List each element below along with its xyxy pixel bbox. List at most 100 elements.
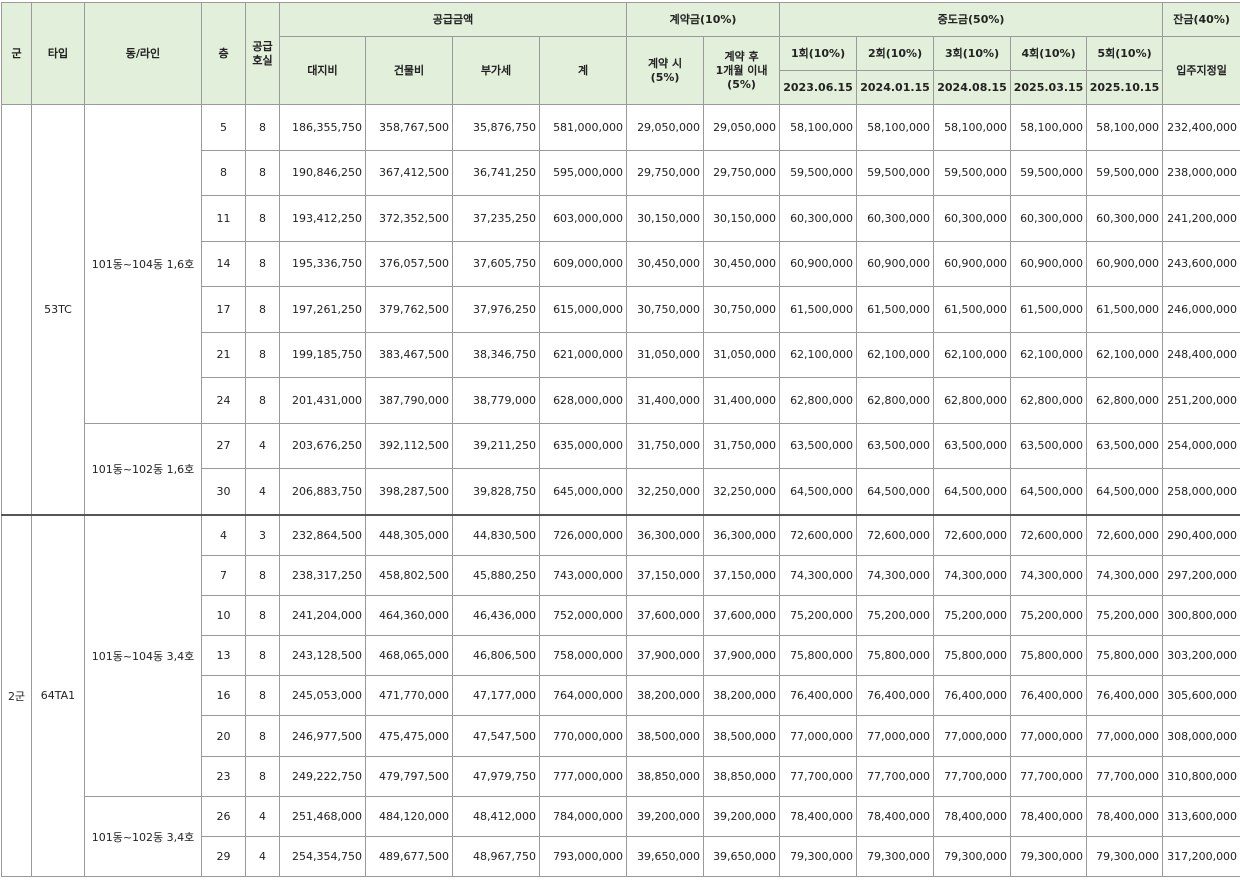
cell-interim-5: 58,100,000 [1086, 104, 1164, 151]
cell-vat: 39,828,750 [452, 468, 540, 515]
cell-contract-at: 38,200,000 [626, 675, 705, 717]
header-interim-date-5: 2025.10.15 [1086, 70, 1164, 105]
cell-building: 464,360,000 [365, 594, 453, 637]
cell-balance: 308,000,000 [1162, 715, 1240, 757]
cell-units: 3 [245, 513, 280, 556]
cell-interim-1: 72,600,000 [779, 513, 858, 556]
cell-total: 770,000,000 [538, 715, 628, 757]
cell-contract-at: 38,850,000 [626, 755, 705, 797]
cell-units: 8 [245, 715, 280, 757]
cell-units: 8 [245, 554, 280, 596]
cell-interim-3: 62,800,000 [933, 377, 1012, 424]
cell-interim-5: 77,000,000 [1086, 715, 1164, 757]
cell-contract-after: 37,150,000 [703, 554, 781, 596]
cell-units: 8 [245, 594, 280, 637]
cell-gun: 2군 [1, 513, 32, 878]
cell-total: 784,000,000 [538, 795, 628, 838]
cell-interim-5: 75,800,000 [1086, 635, 1164, 677]
cell-balance: 258,000,000 [1162, 468, 1240, 515]
cell-interim-5: 76,400,000 [1086, 675, 1164, 717]
header-contract-after: 계약 후 1개월 이내 (5%) [703, 36, 781, 105]
cell-vat: 46,436,000 [452, 594, 540, 637]
cell-interim-4: 76,400,000 [1010, 675, 1088, 717]
header-balance: 잔금(40%) [1162, 2, 1240, 37]
cell-balance: 290,400,000 [1162, 513, 1240, 556]
cell-vat: 37,605,750 [452, 240, 540, 287]
cell-interim-2: 77,000,000 [856, 715, 935, 757]
cell-total: 758,000,000 [538, 635, 628, 677]
cell-interim-2: 76,400,000 [856, 675, 935, 717]
cell-units: 8 [245, 149, 280, 196]
cell-balance: 241,200,000 [1162, 195, 1240, 242]
cell-units: 8 [245, 331, 280, 378]
cell-interim-1: 63,500,000 [779, 422, 858, 469]
cell-interim-1: 59,500,000 [779, 149, 858, 196]
cell-building: 468,065,000 [365, 635, 453, 677]
cell-interim-4: 60,300,000 [1010, 195, 1088, 242]
cell-interim-2: 74,300,000 [856, 554, 935, 596]
cell-contract-after: 38,500,000 [703, 715, 781, 757]
cell-land: 197,261,250 [279, 286, 366, 333]
cell-interim-2: 78,400,000 [856, 795, 935, 838]
price-table: 군 타입 동/라인 층 공급 호실 공급금액 계약금(10%) 중도금(50%) … [1, 2, 1240, 878]
cell-vat: 38,779,000 [452, 377, 540, 424]
cell-building: 392,112,500 [365, 422, 453, 469]
cell-interim-5: 64,500,000 [1086, 468, 1164, 515]
cell-total: 764,000,000 [538, 675, 628, 717]
cell-balance: 310,800,000 [1162, 755, 1240, 797]
cell-total: 615,000,000 [538, 286, 628, 333]
cell-land: 241,204,000 [279, 594, 366, 637]
table-row: 101동~102동 3,4호 26 4 251,468,000 484,120,000 4… [2, 795, 1240, 878]
cell-interim-4: 60,900,000 [1010, 240, 1088, 287]
header-interim: 중도금(50%) [779, 2, 1164, 37]
header-type: 타입 [31, 2, 85, 105]
cell-total: 777,000,000 [538, 755, 628, 797]
cell-interim-3: 62,100,000 [933, 331, 1012, 378]
cell-vat: 38,346,750 [452, 331, 540, 378]
table-body: 53TC 101동~104동 1,6호 5 8 186,355,750 358,767,5… [1, 104, 1240, 878]
cell-contract-after: 37,900,000 [703, 635, 781, 677]
header-contract-at: 계약 시 (5%) [626, 36, 705, 105]
cell-interim-2: 79,300,000 [856, 835, 935, 878]
cell-building: 448,305,000 [365, 513, 453, 556]
cell-interim-2: 75,800,000 [856, 635, 935, 677]
cell-interim-1: 78,400,000 [779, 795, 858, 838]
cell-contract-at: 29,050,000 [626, 104, 705, 151]
cell-contract-at: 31,050,000 [626, 331, 705, 378]
cell-units: 8 [245, 377, 280, 424]
cell-land: 249,222,750 [279, 755, 366, 797]
cell-interim-2: 75,200,000 [856, 594, 935, 637]
cell-interim-3: 75,800,000 [933, 635, 1012, 677]
cell-vat: 47,177,000 [452, 675, 540, 717]
cell-interim-5: 61,500,000 [1086, 286, 1164, 333]
cell-units: 8 [245, 635, 280, 677]
cell-contract-at: 32,250,000 [626, 468, 705, 515]
cell-interim-2: 62,100,000 [856, 331, 935, 378]
cell-interim-4: 62,100,000 [1010, 331, 1088, 378]
cell-interim-3: 60,300,000 [933, 195, 1012, 242]
cell-floor: 27 [201, 422, 246, 469]
cell-interim-2: 64,500,000 [856, 468, 935, 515]
header-contract: 계약금(10%) [626, 2, 781, 37]
cell-interim-3: 64,500,000 [933, 468, 1012, 515]
cell-interim-2: 60,300,000 [856, 195, 935, 242]
cell-interim-3: 76,400,000 [933, 675, 1012, 717]
header-interim-2: 2회(10%) [856, 36, 935, 71]
header-vat: 부가세 [452, 36, 540, 105]
cell-floor: 26 [201, 795, 246, 838]
cell-interim-1: 60,900,000 [779, 240, 858, 287]
cell-contract-at: 31,750,000 [626, 422, 705, 469]
cell-interim-1: 62,100,000 [779, 331, 858, 378]
cell-units: 8 [245, 755, 280, 797]
cell-interim-3: 75,200,000 [933, 594, 1012, 637]
cell-floor: 30 [201, 468, 246, 515]
cell-land: 190,846,250 [279, 149, 366, 196]
cell-interim-4: 62,800,000 [1010, 377, 1088, 424]
cell-vat: 48,412,000 [452, 795, 540, 838]
cell-total: 581,000,000 [538, 104, 628, 151]
cell-units: 4 [245, 468, 280, 515]
header-move-in: 입주지정일 [1162, 36, 1240, 105]
cell-floor: 11 [201, 195, 246, 242]
cell-interim-4: 64,500,000 [1010, 468, 1088, 515]
cell-balance: 297,200,000 [1162, 554, 1240, 596]
